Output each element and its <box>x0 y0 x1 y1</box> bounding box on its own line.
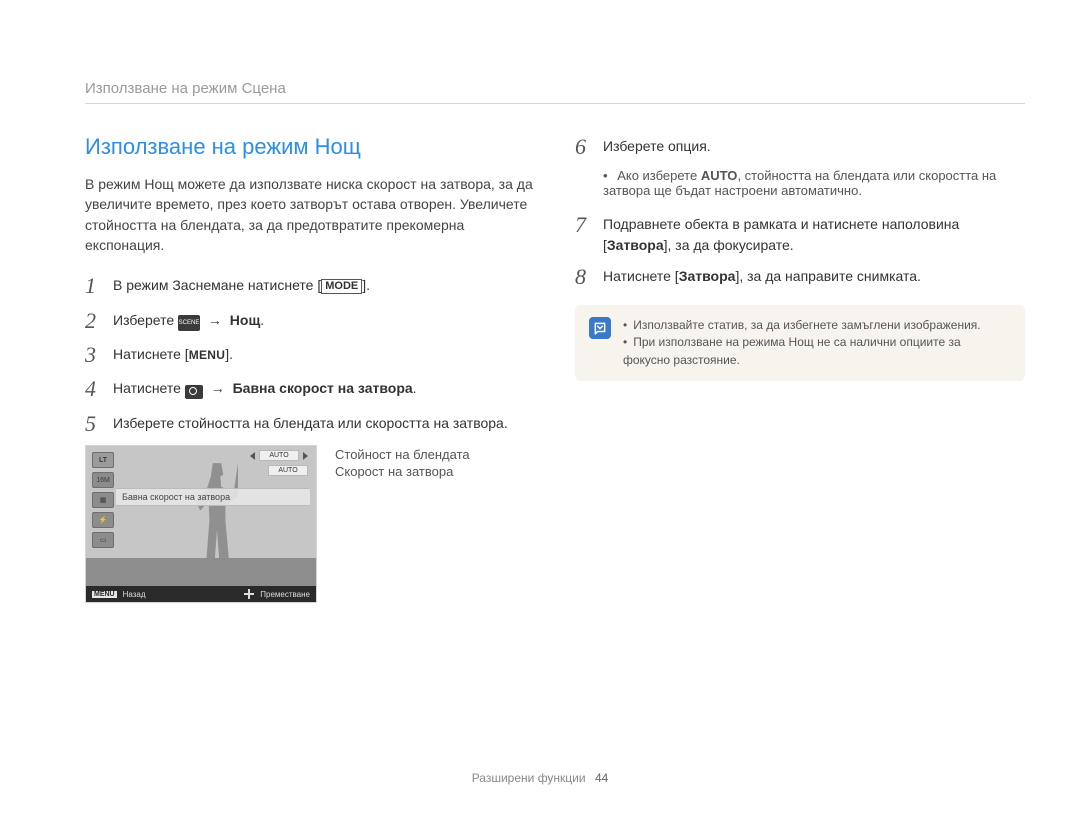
footer-move-label: Преместване <box>260 590 310 599</box>
aperture-pill: AUTO <box>250 450 308 461</box>
callout-aperture: Стойност на блендата <box>335 447 470 462</box>
page-footer: Разширени функции 44 <box>0 771 1080 785</box>
flash-icon: ⚡ <box>92 512 114 528</box>
aperture-value: AUTO <box>259 450 299 461</box>
right-arrow-icon <box>303 452 308 460</box>
page-number: 44 <box>595 771 608 785</box>
footer-menu-icon: MENU <box>92 591 117 598</box>
scene-icon: SCENE <box>178 315 200 331</box>
footer-back-label: Назад <box>123 590 146 599</box>
info-icon <box>589 317 611 339</box>
step-number: 7 <box>575 212 589 256</box>
top-controls: AUTO AUTO <box>250 450 308 476</box>
content-columns: Използване на режим Нощ В режим Нощ може… <box>85 134 1025 603</box>
dpad-icon <box>244 589 254 599</box>
breadcrumb: Използване на режим Сцена <box>85 80 1025 97</box>
step-text: Изберете опция. <box>603 134 711 160</box>
drive-icon: ▭ <box>92 532 114 548</box>
footer-section-label: Разширени функции <box>472 771 586 785</box>
left-column: Използване на режим Нощ В режим Нощ може… <box>85 134 535 603</box>
silhouette-graphic <box>196 463 238 558</box>
caption-bar: Бавна скорост на затвора <box>116 488 310 506</box>
step-number: 8 <box>575 264 589 290</box>
section-title: Използване на режим Нощ <box>85 134 535 160</box>
shutter-value: AUTO <box>268 465 308 476</box>
divider <box>85 103 1025 104</box>
step-text: Изберете SCENE → Нощ. <box>113 308 264 334</box>
step-text: Подравнете обекта в рамката и натиснете … <box>603 212 1025 256</box>
menu-icon: MENU <box>189 346 226 364</box>
step-number: 5 <box>85 411 99 437</box>
resolution-icon: 16M <box>92 472 114 488</box>
step-5: 5 Изберете стойността на блендата или ск… <box>85 411 535 437</box>
callout-shutter: Скорост на затвора <box>335 464 470 479</box>
step-text: Натиснете [MENU]. <box>113 342 233 368</box>
step-4: 4 Натиснете → Бавна скорост на затвора. <box>85 376 535 402</box>
metering-icon: ▦ <box>92 492 114 508</box>
left-icon-stack: LT 16M ▦ ⚡ ▭ <box>92 452 114 548</box>
note-text: Ако изберете AUTO, стойността на блендат… <box>603 168 1025 198</box>
step-number: 3 <box>85 342 99 368</box>
step-number: 1 <box>85 273 99 299</box>
step-1: 1 В режим Заснемане натиснете [MODE]. <box>85 273 535 299</box>
step-8: 8 Натиснете [Затвора], за да направите с… <box>575 264 1025 290</box>
mode-icon: MODE <box>321 279 362 294</box>
step-3: 3 Натиснете [MENU]. <box>85 342 535 368</box>
screenshot-footer: MENU Назад Преместване <box>86 586 316 602</box>
step-text: Натиснете → Бавна скорост на затвора. <box>113 376 417 402</box>
screenshot-row: LT 16M ▦ ⚡ ▭ AUTO <box>85 445 535 603</box>
step-2: 2 Изберете SCENE → Нощ. <box>85 308 535 334</box>
step-text: Изберете стойността на блендата или скор… <box>113 411 508 437</box>
right-column: 6 Изберете опция. Ако изберете AUTO, сто… <box>575 134 1025 603</box>
callouts: Стойност на блендата Скорост на затвора <box>335 445 470 603</box>
step-text: В режим Заснемане натиснете [MODE]. <box>113 273 370 299</box>
lt-icon: LT <box>92 452 114 468</box>
info-tip-1: Използвайте статив, за да избегнете замъ… <box>623 317 1011 334</box>
intro-paragraph: В режим Нощ можете да използвате ниска с… <box>85 174 535 255</box>
left-arrow-icon <box>250 452 255 460</box>
camera-screenshot: LT 16M ▦ ⚡ ▭ AUTO <box>85 445 317 603</box>
step-6: 6 Изберете опция. <box>575 134 1025 160</box>
step-number: 2 <box>85 308 99 334</box>
step-7: 7 Подравнете обекта в рамката и натиснет… <box>575 212 1025 256</box>
screenshot-body: LT 16M ▦ ⚡ ▭ AUTO <box>86 446 316 586</box>
info-tip-2: При използване на режима Нощ не са налич… <box>623 334 1011 369</box>
info-box: Използвайте статив, за да избегнете замъ… <box>575 305 1025 381</box>
step-number: 4 <box>85 376 99 402</box>
page: Използване на режим Сцена Използване на … <box>0 0 1080 815</box>
step-number: 6 <box>575 134 589 160</box>
step-text: Натиснете [Затвора], за да направите сни… <box>603 264 921 290</box>
camera-icon <box>185 385 203 399</box>
step-6-note: Ако изберете AUTO, стойността на блендат… <box>603 168 1025 198</box>
info-list: Използвайте статив, за да избегнете замъ… <box>623 317 1011 369</box>
shutter-pill: AUTO <box>268 465 308 476</box>
